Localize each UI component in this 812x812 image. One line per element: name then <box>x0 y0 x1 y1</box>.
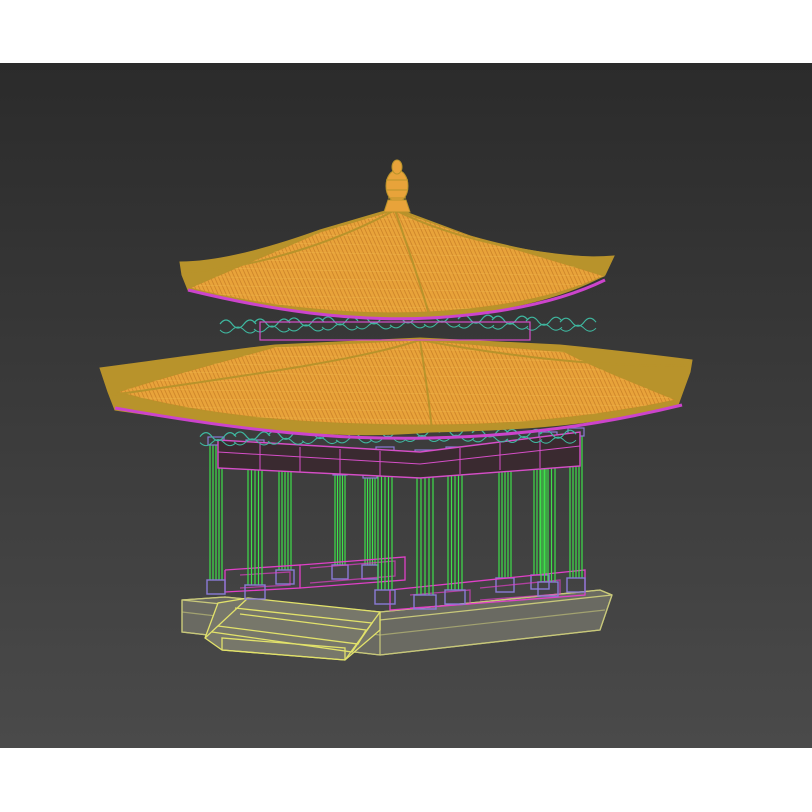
viewport-3d[interactable] <box>0 63 812 748</box>
column <box>495 461 515 593</box>
column <box>530 456 550 590</box>
scene-svg <box>0 63 812 748</box>
